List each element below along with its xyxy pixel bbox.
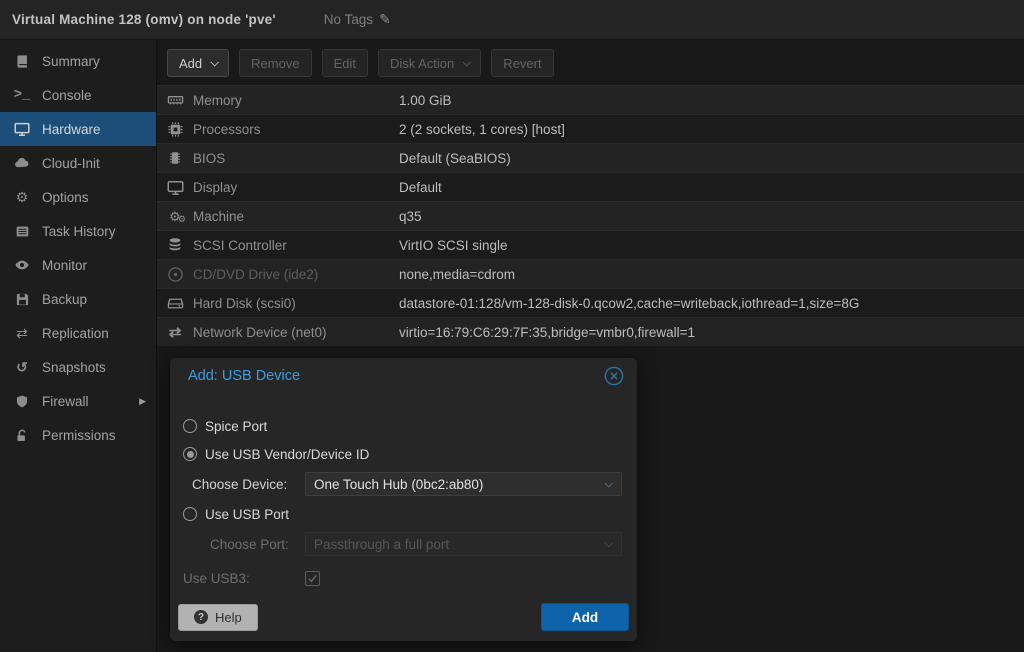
sidebar-item-label: Options	[42, 190, 89, 205]
radio-unchecked-icon	[183, 507, 197, 521]
sidebar-item-label: Hardware	[42, 122, 101, 137]
sidebar-item-label: Task History	[42, 224, 116, 239]
sidebar-item-options[interactable]: ⚙ Options	[0, 180, 156, 214]
chevron-down-icon	[463, 58, 471, 66]
sidebar-item-label: Permissions	[42, 428, 116, 443]
sidebar-item-monitor[interactable]: Monitor	[0, 248, 156, 282]
eye-icon	[12, 257, 32, 273]
edit-tags-pencil-icon[interactable]: ✎	[379, 11, 391, 28]
sidebar-item-label: Snapshots	[42, 360, 106, 375]
table-row-memory[interactable]: Memory 1.00 GiB	[157, 85, 1024, 114]
table-row-scsi-controller[interactable]: SCSI Controller VirtIO SCSI single	[157, 230, 1024, 259]
dialog-add-button[interactable]: Add	[541, 603, 629, 631]
sidebar-item-cloud-init[interactable]: Cloud-Init	[0, 146, 156, 180]
sidebar-item-snapshots[interactable]: ↺ Snapshots	[0, 350, 156, 384]
page-title: Virtual Machine 128 (omv) on node 'pve'	[12, 12, 276, 27]
table-row-network-device[interactable]: ⇄ Network Device (net0) virtio=16:79:C6:…	[157, 317, 1024, 346]
spice-port-radio[interactable]: Spice Port	[183, 416, 622, 436]
sidebar-item-label: Monitor	[42, 258, 87, 273]
cpu-icon	[165, 121, 185, 138]
chevron-down-icon	[604, 479, 612, 487]
cdrom-icon	[165, 266, 185, 283]
sidebar-item-label: Summary	[42, 54, 100, 69]
table-row-display[interactable]: Display Default	[157, 172, 1024, 201]
hardware-toolbar: Add Remove Edit Disk Action Revert	[157, 40, 1024, 85]
unlock-icon	[12, 428, 32, 443]
sidebar-item-summary[interactable]: Summary	[0, 44, 156, 78]
network-icon: ⇄	[165, 323, 185, 341]
sidebar-item-console[interactable]: >_ Console	[0, 78, 156, 112]
sidebar-item-label: Backup	[42, 292, 87, 307]
sidebar-item-backup[interactable]: Backup	[0, 282, 156, 316]
vm-sidebar: Summary >_ Console Hardware Cloud-Init ⚙	[0, 40, 157, 652]
help-button[interactable]: ? Help	[178, 604, 258, 631]
dialog-title: Add: USB Device	[188, 368, 603, 384]
choose-port-select: Passthrough a full port	[305, 532, 622, 556]
terminal-icon: >_	[12, 87, 32, 103]
sidebar-item-label: Cloud-Init	[42, 156, 100, 171]
radio-unchecked-icon	[183, 419, 197, 433]
display-icon	[165, 179, 185, 196]
revert-button[interactable]: Revert	[491, 49, 553, 77]
table-row-hard-disk[interactable]: Hard Disk (scsi0) datastore-01:128/vm-12…	[157, 288, 1024, 317]
usb-vendor-device-radio[interactable]: Use USB Vendor/Device ID	[183, 444, 622, 464]
bios-chip-icon	[165, 150, 185, 166]
retweet-icon: ⇄	[12, 325, 32, 342]
chevron-down-icon	[211, 58, 219, 66]
chevron-down-icon	[604, 539, 612, 547]
radio-checked-icon	[183, 447, 197, 461]
table-row-processors[interactable]: Processors 2 (2 sockets, 1 cores) [host]	[157, 114, 1024, 143]
sidebar-item-hardware[interactable]: Hardware	[0, 112, 156, 146]
edit-button[interactable]: Edit	[322, 49, 368, 77]
sidebar-item-permissions[interactable]: Permissions	[0, 418, 156, 452]
choose-device-label: Choose Device:	[192, 477, 305, 492]
usb3-checkbox	[305, 571, 320, 586]
table-row-machine[interactable]: ⚙ ⚙ Machine q35	[157, 201, 1024, 230]
sidebar-item-replication[interactable]: ⇄ Replication	[0, 316, 156, 350]
sidebar-item-task-history[interactable]: Task History	[0, 214, 156, 248]
gear-icon: ⚙	[12, 189, 32, 206]
list-icon	[12, 224, 32, 239]
remove-button[interactable]: Remove	[239, 49, 311, 77]
sidebar-item-firewall[interactable]: Firewall ▶	[0, 384, 156, 418]
choose-device-select[interactable]: One Touch Hub (0bc2:ab80)	[305, 472, 622, 496]
question-icon: ?	[194, 610, 208, 624]
usb3-label: Use USB3:	[183, 571, 305, 586]
chevron-right-icon: ▶	[139, 396, 146, 407]
add-button[interactable]: Add	[167, 49, 229, 77]
choose-port-label: Choose Port:	[210, 537, 305, 552]
hardware-table: Memory 1.00 GiB Processors 2 (2 sockets,…	[157, 85, 1024, 346]
table-row-bios[interactable]: BIOS Default (SeaBIOS)	[157, 143, 1024, 172]
vm-header-bar: Virtual Machine 128 (omv) on node 'pve' …	[0, 0, 1024, 40]
history-icon: ↺	[12, 359, 32, 376]
table-row-cdrom[interactable]: CD/DVD Drive (ide2) none,media=cdrom	[157, 259, 1024, 288]
dialog-body: Spice Port Use USB Vendor/Device ID Choo…	[170, 394, 637, 588]
usb3-row: Use USB3:	[183, 568, 622, 588]
dialog-footer: ? Help Add	[178, 603, 629, 631]
scsi-controller-icon	[165, 237, 185, 253]
usb-port-radio[interactable]: Use USB Port	[183, 504, 622, 524]
book-icon	[12, 54, 32, 69]
disk-action-button[interactable]: Disk Action	[378, 49, 481, 77]
choose-device-row: Choose Device: One Touch Hub (0bc2:ab80)	[183, 472, 622, 496]
dialog-header[interactable]: Add: USB Device	[170, 358, 637, 394]
proxmox-app: Virtual Machine 128 (omv) on node 'pve' …	[0, 0, 1024, 652]
sidebar-item-label: Firewall	[42, 394, 89, 409]
close-icon[interactable]	[603, 365, 625, 387]
sidebar-item-label: Replication	[42, 326, 109, 341]
memory-icon	[165, 92, 185, 109]
choose-port-row: Choose Port: Passthrough a full port	[183, 532, 622, 556]
tags-label: No Tags	[324, 12, 373, 27]
shield-icon	[12, 394, 32, 409]
cloud-icon	[12, 155, 32, 171]
sidebar-item-label: Console	[42, 88, 92, 103]
machine-gears-icon: ⚙ ⚙	[165, 210, 185, 223]
display-icon	[12, 121, 32, 137]
add-usb-device-dialog: Add: USB Device Spice Port Use USB Vendo…	[170, 358, 637, 641]
floppy-icon	[12, 292, 32, 307]
hard-disk-icon	[165, 295, 185, 312]
